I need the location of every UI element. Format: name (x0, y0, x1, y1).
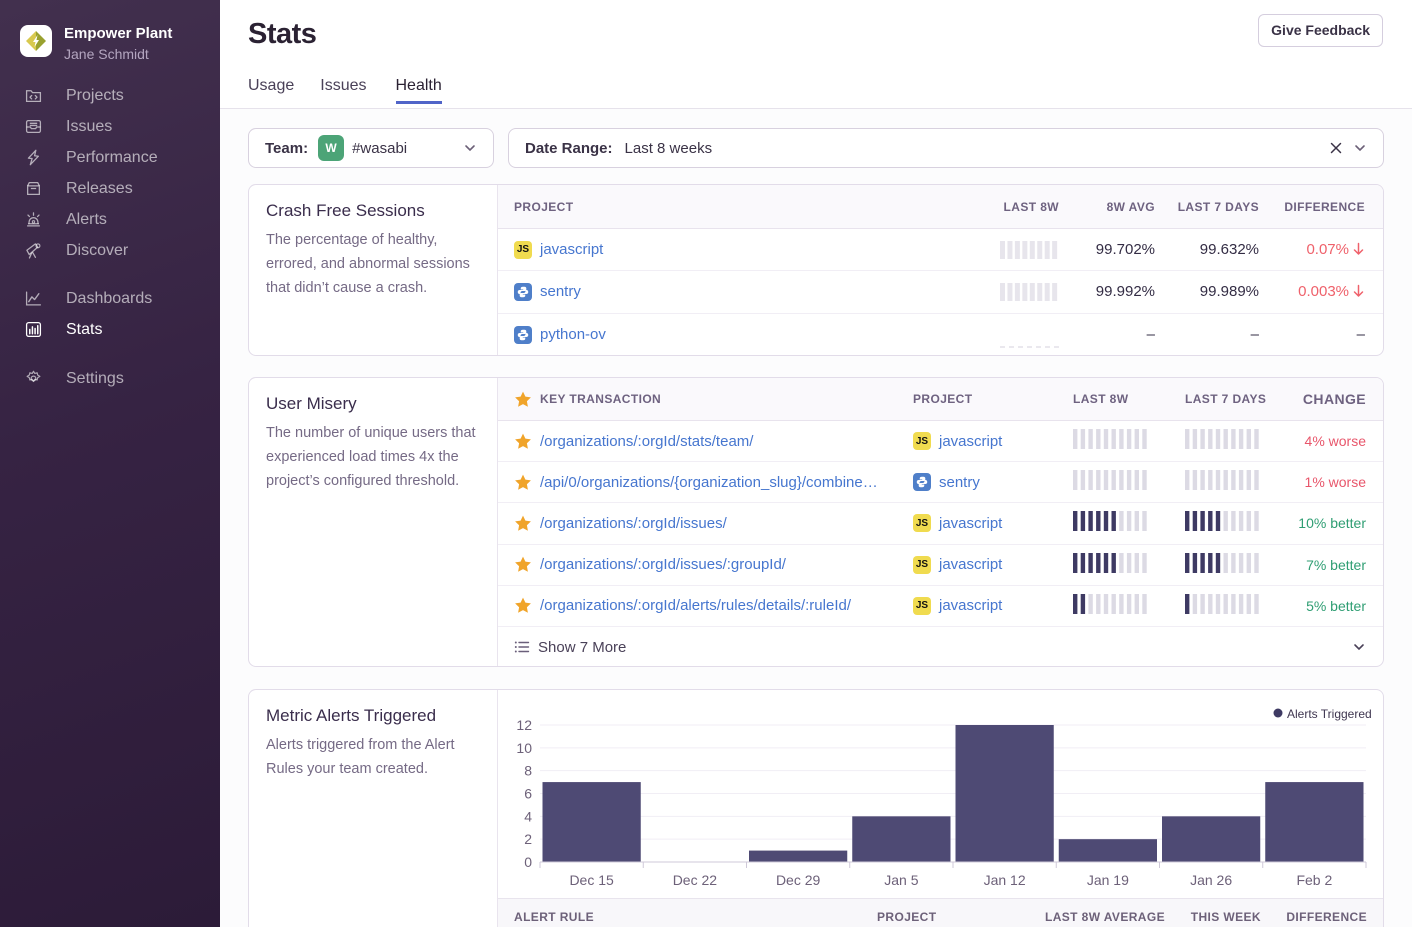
svg-text:2: 2 (524, 831, 532, 847)
svg-text:Jan 19: Jan 19 (1087, 872, 1129, 888)
svg-text:Dec 15: Dec 15 (569, 872, 614, 888)
svg-text:Jan 12: Jan 12 (984, 872, 1026, 888)
svg-text:12: 12 (516, 717, 532, 733)
svg-text:0: 0 (524, 854, 532, 870)
svg-text:Jan 26: Jan 26 (1190, 872, 1232, 888)
svg-text:Jan 5: Jan 5 (884, 872, 918, 888)
svg-text:8: 8 (524, 763, 532, 779)
svg-text:Alerts Triggered: Alerts Triggered (1287, 707, 1372, 721)
svg-text:10: 10 (516, 740, 532, 756)
svg-text:Feb 2: Feb 2 (1296, 872, 1332, 888)
svg-text:4: 4 (524, 808, 532, 824)
svg-text:Dec 22: Dec 22 (673, 872, 718, 888)
svg-text:6: 6 (524, 786, 532, 802)
svg-text:Dec 29: Dec 29 (776, 872, 821, 888)
